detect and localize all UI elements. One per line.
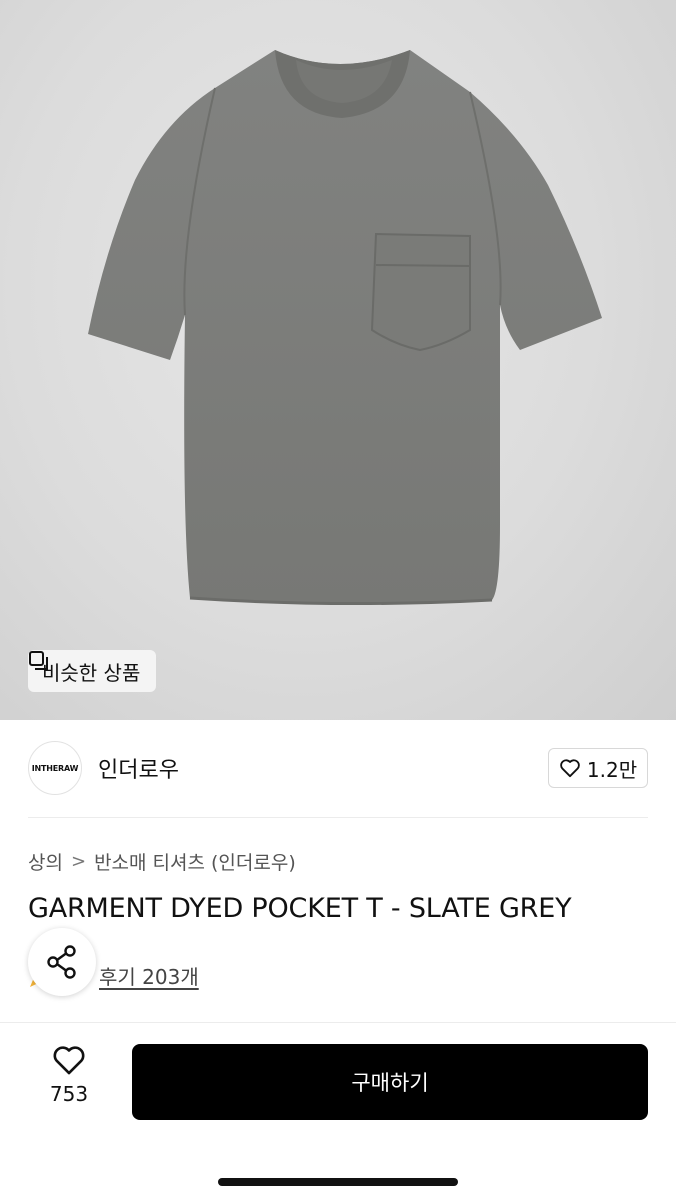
copy-icon (29, 651, 48, 670)
tshirt-illustration (88, 50, 602, 606)
similar-products-label: 비슷한 상품 (42, 660, 141, 685)
brand-row[interactable]: INTHERAW 인더로우 1.2만 (28, 740, 648, 796)
home-indicator (218, 1178, 458, 1186)
review-link[interactable]: 후기 203개 (99, 961, 199, 990)
buy-button[interactable]: 구매하기 (132, 1044, 648, 1120)
divider (28, 817, 648, 818)
like-count: 753 (49, 1082, 89, 1106)
like-button[interactable]: 753 (28, 1044, 110, 1120)
share-icon (47, 945, 76, 979)
heart-outline-icon (53, 1046, 85, 1075)
product-image[interactable]: 비슷한 상품 (0, 0, 676, 720)
similar-products-button[interactable]: 비슷한 상품 (28, 650, 157, 692)
product-title: GARMENT DYED POCKET T - SLATE GREY (28, 893, 572, 924)
breadcrumb-separator: > (70, 851, 87, 872)
breadcrumb: 상의 > 반소매 티셔츠 (인더로우) (28, 848, 296, 875)
breadcrumb-item-subcategory[interactable]: 반소매 티셔츠 (인더로우) (94, 848, 296, 875)
brand-favorite-count: 1.2만 (586, 757, 638, 782)
brand-favorite-button[interactable]: 1.2만 (548, 748, 648, 788)
bottom-bar-divider (0, 1022, 676, 1023)
heart-outline-icon (560, 759, 580, 778)
brand-logo[interactable]: INTHERAW (28, 741, 82, 795)
share-button[interactable] (28, 928, 96, 996)
brand-name[interactable]: 인더로우 (98, 752, 179, 784)
breadcrumb-item-category[interactable]: 상의 (28, 848, 63, 875)
